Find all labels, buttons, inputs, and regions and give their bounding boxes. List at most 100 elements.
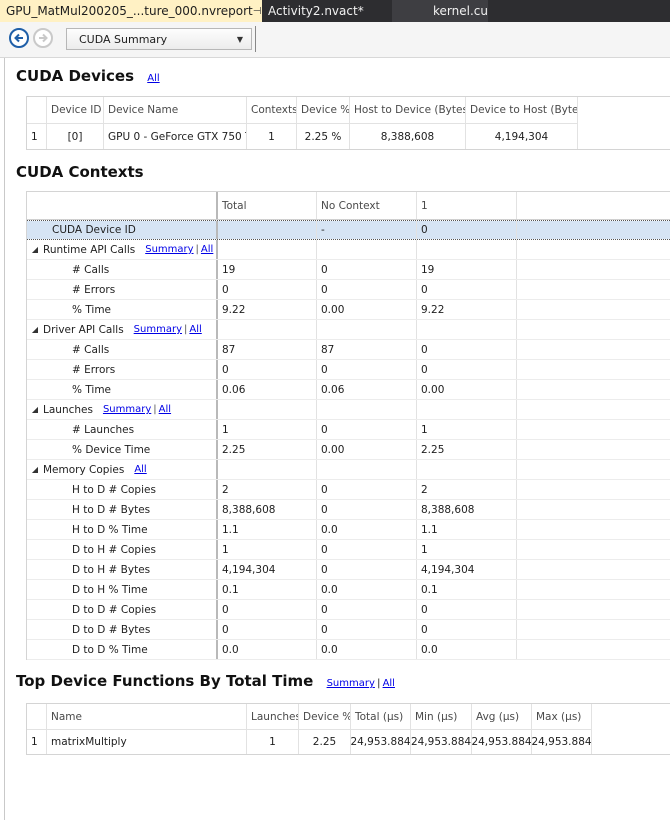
tab-nvreport[interactable]: GPU_MatMul200205_...ture_000.nvreport ⊣ … bbox=[0, 0, 282, 22]
total-us: 24,953.884 bbox=[351, 730, 411, 754]
toolbar-divider bbox=[255, 26, 256, 52]
context-row[interactable]: # Calls 87 87 0 bbox=[27, 340, 670, 360]
no-context-value: 0 bbox=[317, 560, 417, 579]
column-header[interactable]: Device Name bbox=[104, 97, 247, 123]
report-content: CUDA Devices All Device ID Device Name C… bbox=[4, 58, 670, 820]
back-button[interactable] bbox=[9, 28, 29, 48]
group-row[interactable]: ◢ Driver API Calls Summary | All bbox=[27, 320, 670, 340]
summary-link[interactable]: Summary bbox=[103, 404, 151, 415]
filler-cell bbox=[517, 221, 670, 239]
context-row[interactable]: D to H % Time 0.1 0.0 0.1 bbox=[27, 580, 670, 600]
total-value bbox=[218, 221, 317, 239]
total-value bbox=[218, 460, 317, 479]
summary-link[interactable]: Summary bbox=[145, 244, 193, 255]
context-row[interactable]: # Errors 0 0 0 bbox=[27, 360, 670, 380]
total-value: 0.0 bbox=[218, 640, 317, 659]
filler-cell bbox=[517, 480, 670, 499]
total-value: 9.22 bbox=[218, 300, 317, 319]
summary-link[interactable]: Summary bbox=[134, 324, 182, 335]
total-value bbox=[218, 320, 317, 339]
column-header-no-context[interactable]: No Context bbox=[317, 192, 417, 219]
total-value: 1 bbox=[218, 420, 317, 439]
column-header[interactable]: Contexts bbox=[247, 97, 297, 123]
collapse-triangle-icon[interactable]: ◢ bbox=[27, 465, 43, 474]
column-header bbox=[27, 192, 218, 219]
metric-label: % Device Time bbox=[72, 443, 151, 456]
collapse-triangle-icon[interactable]: ◢ bbox=[27, 325, 43, 334]
all-link[interactable]: All bbox=[159, 404, 171, 415]
column-header[interactable]: Host to Device (Bytes) bbox=[350, 97, 466, 123]
column-header[interactable]: Min (µs) bbox=[411, 704, 472, 729]
devices-all-link[interactable]: All bbox=[147, 73, 159, 84]
column-header-context-1[interactable]: 1 bbox=[417, 192, 517, 219]
context-row[interactable]: H to D # Copies 2 0 2 bbox=[27, 480, 670, 500]
table-row[interactable]: 1 [0] GPU 0 - GeForce GTX 750 Ti 1 2.25 … bbox=[27, 124, 578, 149]
context-row[interactable]: # Launches 1 0 1 bbox=[27, 420, 670, 440]
no-context-value: 0 bbox=[317, 420, 417, 439]
no-context-value: 0 bbox=[317, 280, 417, 299]
collapse-triangle-icon[interactable]: ◢ bbox=[27, 405, 43, 414]
context-1-value: 2.25 bbox=[417, 440, 517, 459]
tab-kernel[interactable]: kernel.cu bbox=[392, 0, 488, 22]
column-header[interactable]: Avg (µs) bbox=[472, 704, 532, 729]
column-header[interactable] bbox=[27, 97, 47, 123]
filler-cell bbox=[517, 600, 670, 619]
context-row[interactable]: D to D # Bytes 0 0 0 bbox=[27, 620, 670, 640]
collapse-triangle-icon[interactable]: ◢ bbox=[27, 245, 43, 254]
link-separator: | bbox=[195, 244, 199, 255]
all-link[interactable]: All bbox=[201, 244, 213, 255]
function-name[interactable]: matrixMultiply bbox=[47, 730, 247, 754]
host-to-device-bytes: 8,388,608 bbox=[350, 124, 466, 149]
column-header[interactable]: Device % bbox=[299, 704, 351, 729]
all-link[interactable]: All bbox=[134, 464, 146, 475]
column-header[interactable]: Launches bbox=[247, 704, 299, 729]
column-header[interactable]: Device ID bbox=[47, 97, 104, 123]
tab-activity2[interactable]: Activity2.nvact* bbox=[262, 0, 392, 22]
context-row[interactable]: D to H # Copies 1 0 1 bbox=[27, 540, 670, 560]
context-row[interactable]: D to D % Time 0.0 0.0 0.0 bbox=[27, 640, 670, 660]
pin-icon[interactable]: ⊣ bbox=[253, 6, 262, 17]
context-row[interactable]: # Errors 0 0 0 bbox=[27, 280, 670, 300]
context-row[interactable]: H to D % Time 1.1 0.0 1.1 bbox=[27, 520, 670, 540]
metric-label: D to D # Copies bbox=[72, 603, 157, 616]
view-select[interactable]: CUDA Summary ▼ bbox=[66, 28, 252, 50]
no-context-value: 0 bbox=[317, 260, 417, 279]
group-row[interactable]: ◢ Memory Copies All bbox=[27, 460, 670, 480]
context-row[interactable]: % Device Time 2.25 0.00 2.25 bbox=[27, 440, 670, 460]
metric-label: H to D % Time bbox=[72, 523, 148, 536]
column-header[interactable] bbox=[27, 704, 47, 729]
section-title-functions: Top Device Functions By Total Time Summa… bbox=[16, 672, 395, 690]
context-row[interactable]: # Calls 19 0 19 bbox=[27, 260, 670, 280]
total-value bbox=[218, 240, 317, 259]
context-1-value: 9.22 bbox=[417, 300, 517, 319]
column-header[interactable]: Total (µs) bbox=[351, 704, 411, 729]
forward-button[interactable] bbox=[33, 28, 53, 48]
device-id: [0] bbox=[47, 124, 104, 149]
column-header[interactable]: Device % bbox=[297, 97, 350, 123]
launches: 1 bbox=[247, 730, 299, 754]
table-row[interactable]: 1 matrixMultiply 1 2.25 24,953.884 24,95… bbox=[27, 730, 592, 754]
context-row[interactable]: D to D # Copies 0 0 0 bbox=[27, 600, 670, 620]
context-row[interactable]: % Time 0.06 0.06 0.00 bbox=[27, 380, 670, 400]
row-label-cell: % Time bbox=[27, 300, 218, 319]
context-row[interactable]: CUDA Device ID -0 bbox=[27, 220, 670, 240]
context-row[interactable]: H to D # Bytes 8,388,608 0 8,388,608 bbox=[27, 500, 670, 520]
group-row[interactable]: ◢ Runtime API Calls Summary | All bbox=[27, 240, 670, 260]
no-context-value: 0.0 bbox=[317, 580, 417, 599]
context-row[interactable]: D to H # Bytes 4,194,304 0 4,194,304 bbox=[27, 560, 670, 580]
all-link[interactable]: All bbox=[189, 324, 201, 335]
context-1-value: 0.1 bbox=[417, 580, 517, 599]
column-header[interactable]: Max (µs) bbox=[532, 704, 592, 729]
column-header[interactable]: Device to Host (Bytes) bbox=[466, 97, 578, 123]
context-row[interactable]: % Time 9.22 0.00 9.22 bbox=[27, 300, 670, 320]
filler-cell bbox=[517, 580, 670, 599]
group-row[interactable]: ◢ Launches Summary | All bbox=[27, 400, 670, 420]
no-context-value: 0.06 bbox=[317, 380, 417, 399]
filler-cell bbox=[517, 440, 670, 459]
context-1-value: 0 bbox=[417, 600, 517, 619]
functions-all-link[interactable]: All bbox=[383, 678, 395, 689]
column-header[interactable]: Name bbox=[47, 704, 247, 729]
column-header-total[interactable]: Total bbox=[218, 192, 317, 219]
functions-summary-link[interactable]: Summary bbox=[327, 678, 375, 689]
row-label-cell: # Launches bbox=[27, 420, 218, 439]
